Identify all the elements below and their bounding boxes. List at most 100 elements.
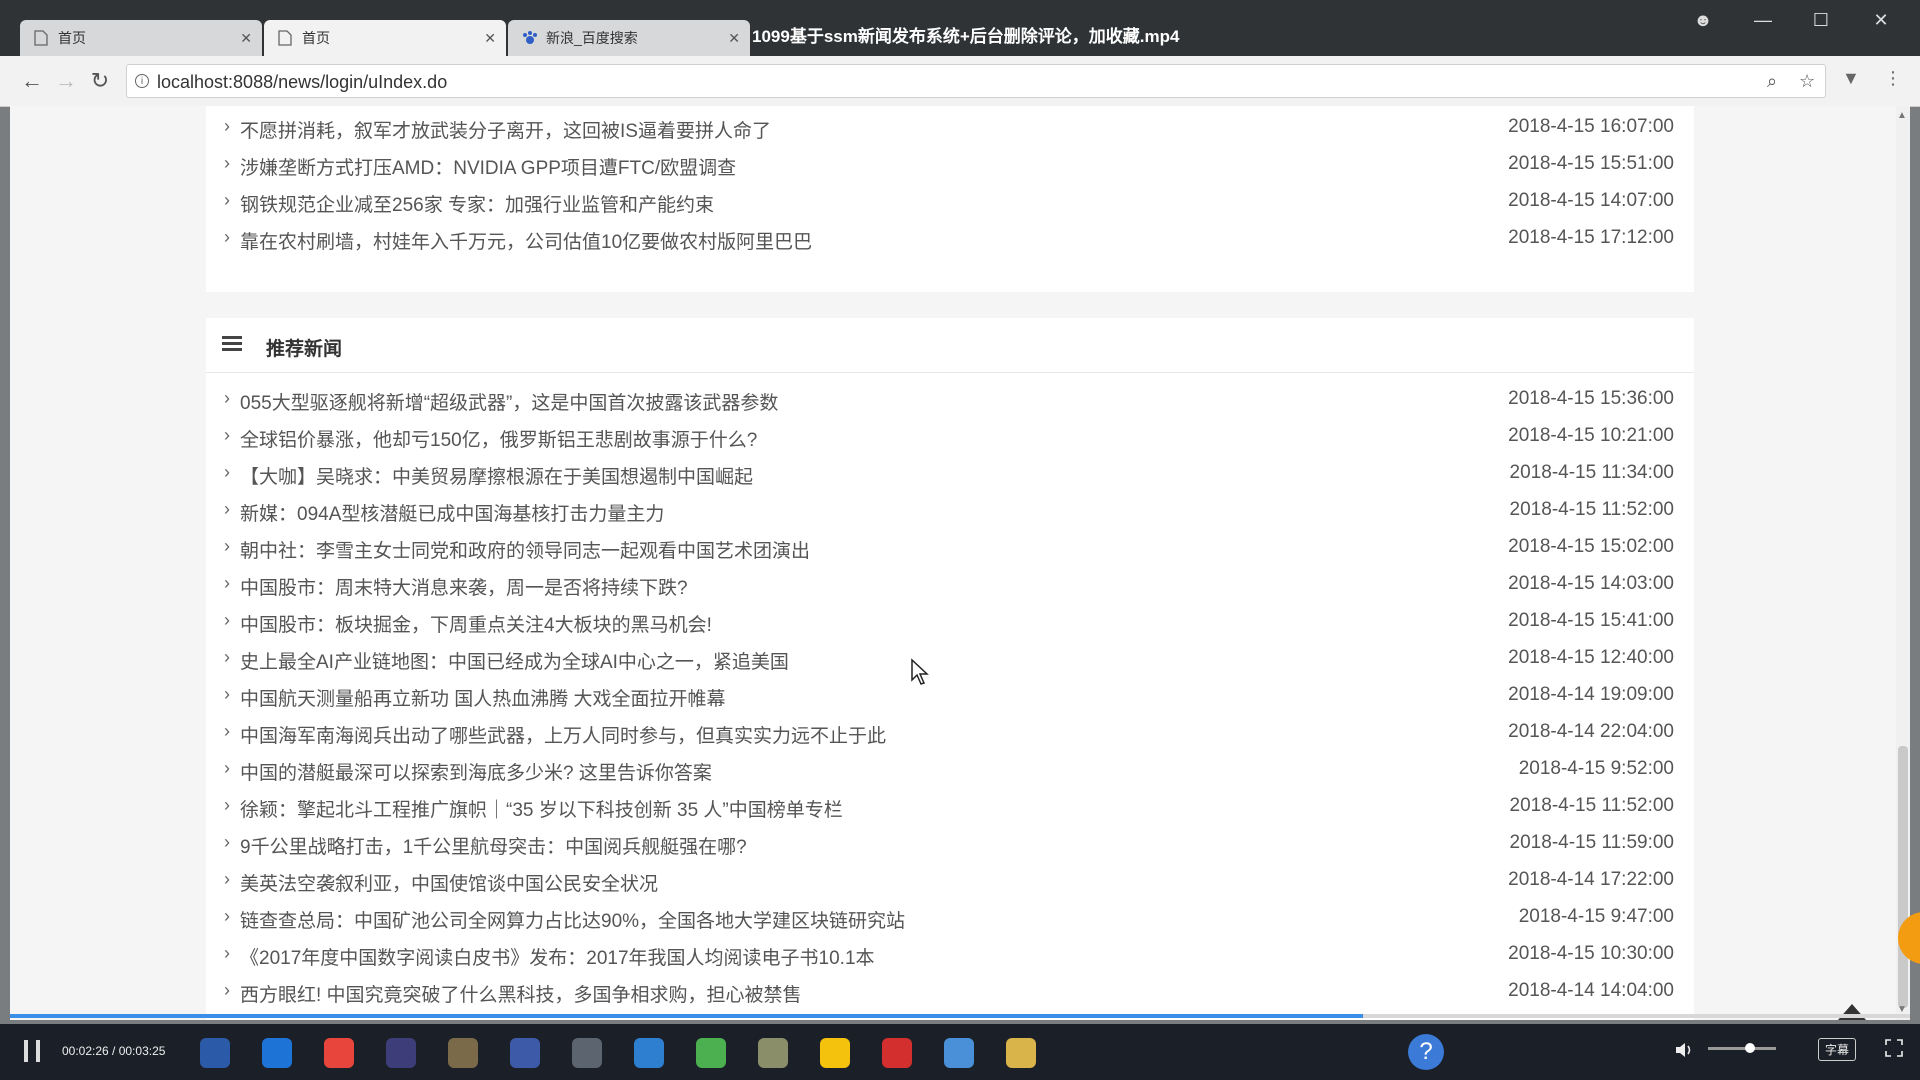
news-title-link[interactable]: 涉嫌垄断方式打压AMD：NVIDIA GPP项目遭FTC/欧盟调查 [240, 153, 736, 180]
leaf-icon[interactable] [696, 1038, 726, 1068]
scroll-up-arrow[interactable]: ▲ [1897, 110, 1907, 121]
pdf-icon[interactable] [882, 1038, 912, 1068]
mail-icon[interactable] [572, 1038, 602, 1068]
disk-icon[interactable] [758, 1038, 788, 1068]
list-item[interactable]: › 朝中社：李雪主女士同党和政府的领导同志一起观看中国艺术团演出 2018-4-15… [206, 528, 1694, 565]
list-item[interactable]: › 中国的潜艇最深可以探索到海底多少米? 这里告诉你答案 2018-4-15 9:5… [206, 750, 1694, 787]
news-title-link[interactable]: 中国海军南海阅兵出动了哪些武器，上万人同时参与，但真实实力远不止于此 [240, 721, 886, 748]
chrome-icon[interactable] [324, 1038, 354, 1068]
mouse-cursor-icon [910, 658, 930, 693]
news-title-link[interactable]: 不愿拼消耗，叙军才放武装分子离开，这回被IS逼着要拼人命了 [240, 116, 771, 143]
profile-icon[interactable]: ☻ [1688, 10, 1718, 31]
folder-icon[interactable] [1006, 1038, 1036, 1068]
zoom-icon[interactable]: ⌕ [1767, 71, 1777, 92]
chevron-right-icon: › [224, 190, 230, 210]
file-icon[interactable] [448, 1038, 478, 1068]
maximize-button[interactable]: ☐ [1806, 10, 1836, 31]
news-title-link[interactable]: 全球铝价暴涨，他却亏150亿，俄罗斯铝王悲剧故事源于什么? [240, 425, 757, 452]
list-item[interactable]: › 靠在农村刷墙，村娃年入千万元，公司估值10亿要做农村版阿里巴巴 2018-4… [206, 219, 1694, 256]
subtitle-button[interactable]: 字幕 [1818, 1038, 1857, 1061]
bookmark-star-icon[interactable]: ☆ [1799, 71, 1815, 92]
tab-home-2[interactable]: 首页 ✕ [264, 20, 506, 56]
list-item[interactable]: › 美英法空袭叙利亚，中国使馆谈中国公民安全状况 2018-4-14 17:22:0… [206, 861, 1694, 898]
minimize-button[interactable]: — [1748, 10, 1778, 31]
news-date: 2018-4-15 10:21:00 [1508, 425, 1674, 446]
news-date: 2018-4-15 16:07:00 [1508, 116, 1674, 137]
list-item[interactable]: › 钢铁规范企业减至256家 专家：加强行业监管和产能约束 2018-4-15 … [206, 182, 1694, 219]
list-item[interactable]: › 史上最全AI产业链地图：中国已经成为全球AI中心之一，紧追美国 2018-4-1… [206, 639, 1694, 676]
panel-title: 推荐新闻 [266, 339, 343, 360]
info-icon[interactable]: i [135, 74, 149, 88]
video-progress-bar[interactable] [10, 1014, 1910, 1018]
news-title-link[interactable]: 中国股市：周末特大消息来袭，周一是否将持续下跌? [240, 573, 688, 600]
reload-button[interactable]: ↻ [86, 68, 114, 94]
tab-label: 首页 [302, 30, 330, 46]
news-title-link[interactable]: 西方眼红! 中国究竟突破了什么黑科技，多国争相求购，担心被禁售 [240, 980, 802, 1007]
news-title-link[interactable]: 靠在农村刷墙，村娃年入千万元，公司估值10亿要做农村版阿里巴巴 [240, 227, 812, 254]
list-item[interactable]: › 【大咖】吴晓求：中美贸易摩擦根源在于美国想遏制中国崛起 2018-4-15 11… [206, 454, 1694, 491]
menu-icon[interactable]: ⋮ [1884, 68, 1902, 89]
close-icon[interactable]: ✕ [484, 30, 496, 47]
news-title-link[interactable]: 中国股市：板块掘金，下周重点关注4大板块的黑马机会! [240, 610, 712, 637]
tab-label: 首页 [58, 30, 86, 46]
list-item[interactable]: › 中国股市：板块掘金，下周重点关注4大板块的黑马机会! 2018-4-15 15:… [206, 602, 1694, 639]
list-item[interactable]: › 链查查总局：中国矿池公司全网算力占比达90%，全国各地大学建区块链研究站 201… [206, 898, 1694, 935]
network-icon[interactable] [944, 1038, 974, 1068]
list-item[interactable]: › 徐颖：擎起北斗工程推广旗帜｜“35 岁以下科技创新 35 人”中国榜单专栏 20… [206, 787, 1694, 824]
page-viewport: › 不愿拼消耗，叙军才放武装分子离开，这回被IS逼着要拼人命了 2018-4-1… [10, 106, 1910, 1020]
chevron-right-icon: › [224, 610, 230, 630]
volume-icon[interactable] [1674, 1040, 1694, 1063]
volume-slider-knob[interactable] [1745, 1043, 1756, 1053]
news-title-link[interactable]: 中国的潜艇最深可以探索到海底多少米? 这里告诉你答案 [240, 758, 712, 785]
news-title-link[interactable]: 【大咖】吴晓求：中美贸易摩擦根源在于美国想遏制中国崛起 [240, 462, 753, 489]
list-item[interactable]: › 全球铝价暴涨，他却亏150亿，俄罗斯铝王悲剧故事源于什么? 2018-4-15 … [206, 417, 1694, 454]
news-title-link[interactable]: 美英法空袭叙利亚，中国使馆谈中国公民安全状况 [240, 869, 658, 896]
list-item[interactable]: › 新媒：094A型核潜艇已成中国海基核打击力量主力 2018-4-15 11:52… [206, 491, 1694, 528]
close-icon[interactable]: ✕ [240, 30, 252, 47]
list-item[interactable]: › 中国航天测量船再立新功 国人热血沸腾 大戏全面拉开帷幕 2018-4-14 19… [206, 676, 1694, 713]
chevron-right-icon: › [224, 869, 230, 889]
close-window-button[interactable]: ✕ [1866, 10, 1896, 31]
news-title-link[interactable]: 新媒：094A型核潜艇已成中国海基核打击力量主力 [240, 499, 664, 526]
address-bar[interactable]: i localhost:8088/news/login/uIndex.do ⌕ … [126, 64, 1826, 98]
tab-label: 新浪_百度搜索 [546, 30, 638, 46]
tab-baidu-search[interactable]: 新浪_百度搜索 ✕ [508, 20, 750, 56]
news-title-link[interactable]: 钢铁规范企业减至256家 专家：加强行业监管和产能约束 [240, 190, 714, 217]
news-date: 2018-4-15 9:47:00 [1518, 906, 1674, 927]
news-title-link[interactable]: 史上最全AI产业链地图：中国已经成为全球AI中心之一，紧追美国 [240, 647, 789, 674]
news-title-link[interactable]: 9千公里战略打击，1千公里航母突击：中国阅兵舰艇强在哪? [240, 832, 747, 859]
close-icon[interactable]: ✕ [728, 30, 740, 47]
sogou-icon[interactable] [200, 1038, 230, 1068]
list-item[interactable]: › 9千公里战略打击，1千公里航母突击：中国阅兵舰艇强在哪? 2018-4-15 1… [206, 824, 1694, 861]
pause-icon[interactable] [20, 1040, 46, 1064]
extension-icon[interactable]: ▼ [1842, 68, 1860, 89]
help-icon[interactable]: ? [1408, 1034, 1444, 1070]
edge-icon[interactable] [262, 1038, 292, 1068]
list-item[interactable]: › 中国股市：周末特大消息来袭，周一是否将持续下跌? 2018-4-15 14:03… [206, 565, 1694, 602]
list-item[interactable]: › 055大型驱逐舰将新增“超级武器”，这是中国首次披露该武器参数 2018-4-1… [206, 380, 1694, 417]
list-item[interactable]: › 不愿拼消耗，叙军才放武装分子离开，这回被IS逼着要拼人命了 2018-4-1… [206, 108, 1694, 145]
news-title-link[interactable]: 中国航天测量船再立新功 国人热血沸腾 大戏全面拉开帷幕 [240, 684, 726, 711]
url-text[interactable]: localhost:8088/news/login/uIndex.do [157, 72, 447, 93]
eclipse-icon[interactable] [386, 1038, 416, 1068]
scrollbar-thumb[interactable] [1898, 746, 1908, 1008]
page-scrollbar[interactable]: ▲ ▼ [1896, 106, 1910, 1020]
volume-slider[interactable] [1708, 1043, 1776, 1053]
settings-icon[interactable] [510, 1038, 540, 1068]
kugou-icon[interactable] [634, 1038, 664, 1068]
news-title-link[interactable]: 链查查总局：中国矿池公司全网算力占比达90%，全国各地大学建区块链研究站 [240, 906, 905, 933]
chevron-right-icon: › [224, 153, 230, 173]
tab-home-1[interactable]: 首页 ✕ [20, 20, 262, 56]
list-item[interactable]: › 中国海军南海阅兵出动了哪些武器，上万人同时参与，但真实实力远不止于此 2018-… [206, 713, 1694, 750]
news-title-link[interactable]: 徐颖：擎起北斗工程推广旗帜｜“35 岁以下科技创新 35 人”中国榜单专栏 [240, 795, 843, 822]
news-title-link[interactable]: 055大型驱逐舰将新增“超级武器”，这是中国首次披露该武器参数 [240, 388, 778, 415]
back-button[interactable]: ← [18, 68, 46, 94]
list-item[interactable]: › 西方眼红! 中国究竟突破了什么黑科技，多国争相求购，担心被禁售 2018-4-1… [206, 972, 1694, 1009]
forward-button[interactable]: → [52, 68, 80, 94]
list-item[interactable]: › 《2017年度中国数字阅读白皮书》发布：2017年我国人均阅读电子书10.1本… [206, 935, 1694, 972]
news-title-link[interactable]: 朝中社：李雪主女士同党和政府的领导同志一起观看中国艺术团演出 [240, 536, 810, 563]
news-title-link[interactable]: 《2017年度中国数字阅读白皮书》发布：2017年我国人均阅读电子书10.1本 [240, 943, 875, 970]
fullscreen-icon[interactable] [1884, 1038, 1904, 1061]
list-item[interactable]: › 涉嫌垄断方式打压AMD：NVIDIA GPP项目遭FTC/欧盟调查 2018… [206, 145, 1694, 182]
qq-icon[interactable] [820, 1038, 850, 1068]
